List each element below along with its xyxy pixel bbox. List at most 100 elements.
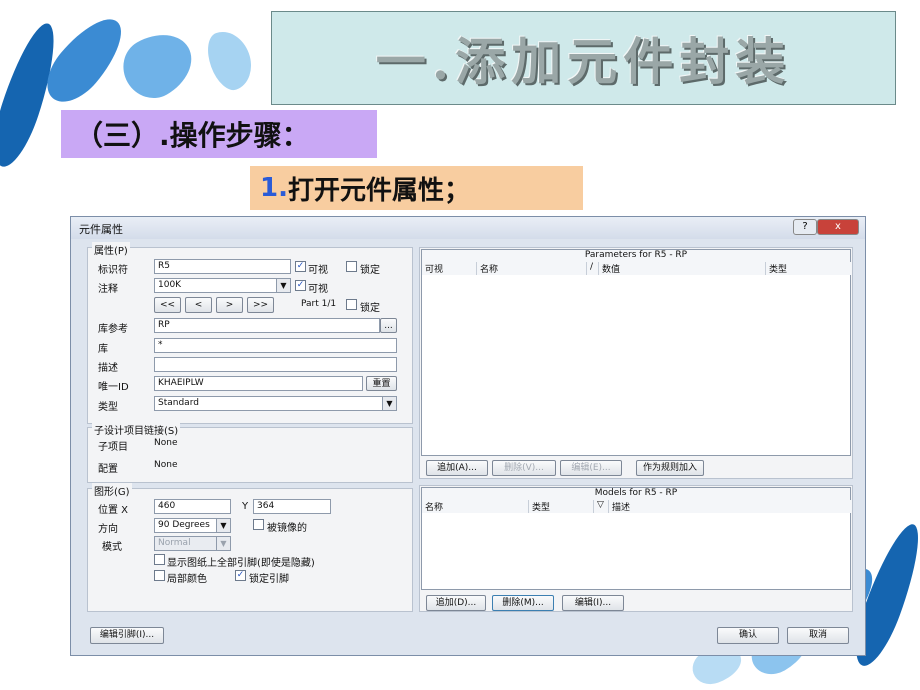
- config-label: 配置: [98, 464, 118, 475]
- param-add-button[interactable]: 追加(A)...: [426, 460, 488, 476]
- mode-combo[interactable]: Normal ▼: [154, 536, 231, 551]
- part-label: Part 1/1: [301, 299, 337, 309]
- comment-label: 注释: [98, 284, 118, 295]
- libref-label: 库参考: [98, 324, 128, 335]
- nav-first-button[interactable]: <<: [154, 297, 181, 313]
- param-col-visible[interactable]: 可视: [422, 262, 477, 275]
- parameters-panel: Parameters for R5 - RP 可视 名称 / 数值 类型 追加(…: [419, 247, 853, 479]
- orientation-value: 90 Degrees: [158, 520, 210, 530]
- param-col-type[interactable]: 类型: [766, 262, 852, 275]
- mirrored-label: 被镜像的: [267, 523, 307, 534]
- step-1-text: 打开元件属性；: [287, 175, 470, 206]
- posx-field[interactable]: 460: [154, 499, 231, 514]
- step-1-number: 1.: [260, 173, 288, 203]
- part-lock-checkbox[interactable]: [346, 299, 357, 310]
- designator-lock-checkbox[interactable]: [346, 261, 357, 272]
- show-hidden-pins-checkbox[interactable]: [154, 554, 165, 565]
- show-hidden-pins-label: 显示图纸上全部引脚(即使是隐藏): [167, 558, 315, 569]
- local-colors-checkbox[interactable]: [154, 570, 165, 581]
- models-panel: Models for R5 - RP 名称 类型 ▽ 描述 追加(D)... 删…: [419, 485, 853, 612]
- lock-pins-checkbox[interactable]: ✓: [235, 570, 246, 581]
- model-col-sort[interactable]: ▽: [594, 500, 609, 513]
- properties-group-label: 属性(P): [92, 242, 130, 257]
- chevron-down-icon[interactable]: ▼: [216, 537, 230, 550]
- model-edit-button[interactable]: 编辑(I)...: [562, 595, 624, 611]
- dialog-title: 元件属性: [79, 223, 123, 236]
- designator-label: 标识符: [98, 265, 128, 276]
- dialog-titlebar: 元件属性: [71, 217, 865, 239]
- subdesign-group: 子设计项目链接(S) 子项目 None 配置 None: [87, 422, 413, 483]
- graphical-group-label: 图形(G): [92, 483, 132, 498]
- subproject-value: None: [154, 438, 178, 448]
- part-lock-label: 锁定: [360, 303, 380, 314]
- libref-field[interactable]: RP: [154, 318, 380, 333]
- param-edit-button[interactable]: 编辑(E)...: [560, 460, 622, 476]
- mode-value: Normal: [158, 538, 191, 548]
- nav-prev-button[interactable]: <: [185, 297, 212, 313]
- param-col-name[interactable]: 名称: [477, 262, 587, 275]
- lock-pins-label: 锁定引脚: [249, 574, 289, 585]
- nav-next-button[interactable]: >: [216, 297, 243, 313]
- param-col-value[interactable]: 数值: [599, 262, 766, 275]
- decor-blade-4: [200, 24, 260, 96]
- model-col-description[interactable]: 描述: [609, 500, 852, 513]
- y-field[interactable]: 364: [253, 499, 331, 514]
- description-label: 描述: [98, 363, 118, 374]
- param-add-as-rule-button[interactable]: 作为规则加入: [636, 460, 704, 476]
- designator-visible-label: 可视: [308, 265, 328, 276]
- models-title: Models for R5 - RP: [422, 488, 850, 500]
- component-properties-dialog: 元件属性 ? x 属性(P) 标识符 R5 ✓ 可视 锁定 注释 100K ▼ …: [70, 216, 866, 656]
- graphical-group: 图形(G) 位置 X 460 Y 364 方向 90 Degrees ▼ 被镜像…: [87, 483, 413, 612]
- decor-blade-3: [112, 21, 204, 109]
- models-table[interactable]: Models for R5 - RP 名称 类型 ▽ 描述: [421, 487, 852, 590]
- subproject-label: 子项目: [98, 442, 128, 453]
- orientation-combo[interactable]: 90 Degrees ▼: [154, 518, 231, 533]
- model-remove-button[interactable]: 删除(M)...: [492, 595, 554, 611]
- designator-visible-checkbox[interactable]: ✓: [295, 261, 306, 272]
- parameters-table[interactable]: Parameters for R5 - RP 可视 名称 / 数值 类型: [421, 249, 852, 456]
- designator-field[interactable]: R5: [154, 259, 291, 274]
- model-add-button[interactable]: 追加(D)...: [426, 595, 486, 611]
- libref-browse-button[interactable]: ...: [380, 318, 397, 333]
- help-button[interactable]: ?: [793, 219, 817, 235]
- library-field[interactable]: *: [154, 338, 397, 353]
- param-col-sort[interactable]: /: [587, 262, 599, 275]
- step-1: 1. 打开元件属性；: [250, 166, 583, 210]
- slide-title: 一.添加元件封装: [271, 11, 896, 105]
- local-colors-label: 局部颜色: [167, 574, 207, 585]
- description-field[interactable]: [154, 357, 397, 372]
- type-label: 类型: [98, 402, 118, 413]
- type-value: Standard: [158, 398, 199, 408]
- step-heading: （三）.操作步骤：: [61, 110, 377, 158]
- mirrored-checkbox[interactable]: [253, 519, 264, 530]
- type-combo[interactable]: Standard ▼: [154, 396, 397, 411]
- properties-group: 属性(P) 标识符 R5 ✓ 可视 锁定 注释 100K ▼ ✓ 可视 << <…: [87, 242, 413, 424]
- uid-field[interactable]: KHAEIPLW: [154, 376, 363, 391]
- comment-combo[interactable]: 100K ▼: [154, 278, 291, 293]
- model-col-type[interactable]: 类型: [529, 500, 594, 513]
- comment-visible-label: 可视: [308, 284, 328, 295]
- uid-label: 唯一ID: [98, 382, 129, 393]
- comment-value: 100K: [158, 280, 182, 290]
- parameters-title: Parameters for R5 - RP: [422, 250, 850, 262]
- library-label: 库: [98, 344, 108, 355]
- cancel-button[interactable]: 取消: [787, 627, 849, 644]
- uid-reset-button[interactable]: 重置: [366, 376, 397, 391]
- y-label: Y: [242, 501, 249, 512]
- posx-label: 位置 X: [98, 505, 129, 516]
- comment-visible-checkbox[interactable]: ✓: [295, 280, 306, 291]
- chevron-down-icon[interactable]: ▼: [216, 519, 230, 532]
- subdesign-group-label: 子设计项目链接(S): [92, 422, 181, 437]
- model-col-name[interactable]: 名称: [422, 500, 529, 513]
- designator-lock-label: 锁定: [360, 265, 380, 276]
- param-remove-button[interactable]: 删除(V)...: [492, 460, 556, 476]
- chevron-down-icon[interactable]: ▼: [276, 279, 290, 292]
- chevron-down-icon[interactable]: ▼: [382, 397, 396, 410]
- orientation-label: 方向: [98, 524, 118, 535]
- config-value: None: [154, 460, 178, 470]
- close-button[interactable]: x: [817, 219, 859, 235]
- mode-label: 模式: [102, 542, 122, 553]
- nav-last-button[interactable]: >>: [247, 297, 274, 313]
- ok-button[interactable]: 确认: [717, 627, 779, 644]
- edit-pins-button[interactable]: 编辑引脚(I)...: [90, 627, 164, 644]
